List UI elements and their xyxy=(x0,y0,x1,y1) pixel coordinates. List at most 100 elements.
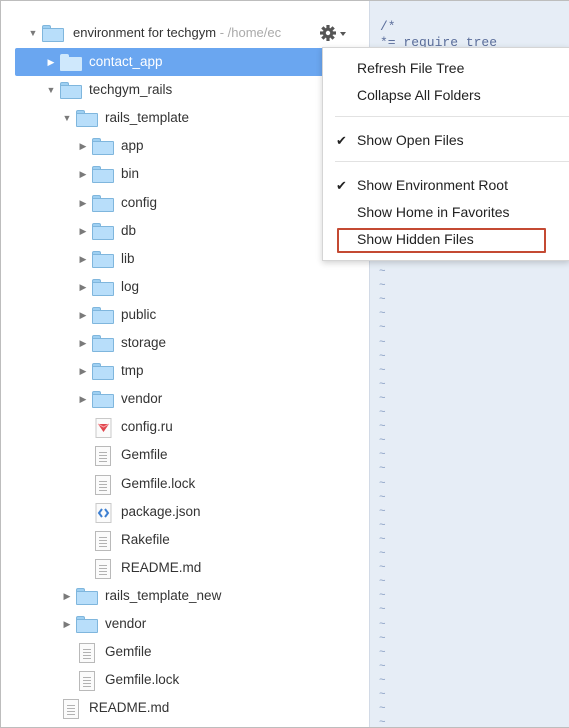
tree-file-row[interactable]: README.md xyxy=(1,554,369,582)
tree-item-label: Gemfile.lock xyxy=(121,475,196,491)
tree-item-label: contact_app xyxy=(89,54,163,69)
tree-folder-row[interactable]: ▶ contact_app xyxy=(15,48,369,76)
tree-file-row[interactable]: Gemfile xyxy=(1,441,369,469)
menu-item-refresh-file-tree[interactable]: Refresh File Tree xyxy=(323,55,569,82)
chevron-right-icon[interactable]: ▶ xyxy=(77,329,89,357)
chevron-right-icon[interactable]: ▶ xyxy=(77,357,89,385)
gear-icon xyxy=(320,25,346,41)
tree-root-path: - /home/ec xyxy=(216,25,282,40)
folder-icon xyxy=(92,278,114,296)
editor-empty-line-marker: ~ xyxy=(379,533,386,546)
chevron-right-icon[interactable]: ▶ xyxy=(77,245,89,273)
json-file-icon xyxy=(95,502,112,523)
tree-file-row[interactable]: Gemfile.lock xyxy=(1,470,369,498)
editor-empty-line-marker: ~ xyxy=(379,421,386,434)
editor-empty-line-marker: ~ xyxy=(379,407,386,419)
tree-folder-row[interactable]: ▶ vendor xyxy=(1,385,369,413)
tree-item-label: app xyxy=(121,138,144,154)
chevron-down-icon[interactable]: ▼ xyxy=(27,19,39,47)
menu-item-label: Show Home in Favorites xyxy=(357,204,510,220)
tree-folder-row[interactable]: ▶ tmp xyxy=(1,357,369,385)
editor-empty-line-marker: ~ xyxy=(379,392,386,405)
menu-separator xyxy=(335,161,569,162)
folder-icon xyxy=(92,194,114,212)
tree-folder-row[interactable]: ▶ log xyxy=(1,273,369,301)
menu-item-show-home-in-favorites[interactable]: Show Home in Favorites xyxy=(323,199,569,226)
chevron-right-icon[interactable]: ▶ xyxy=(61,582,73,610)
tree-file-row[interactable]: Gemfile xyxy=(1,638,369,666)
folder-icon xyxy=(92,335,114,352)
editor-empty-line-marker: ~ xyxy=(379,618,386,631)
tree-root-row[interactable]: ▼ environment for techgym - /home/ec xyxy=(1,19,369,47)
tree-item-label: log xyxy=(121,278,140,294)
tree-item-label: rails_template_new xyxy=(105,587,222,603)
tree-file-row[interactable]: package.json xyxy=(1,498,369,526)
tree-folder-row[interactable]: ▶ vendor xyxy=(1,610,369,638)
folder-icon xyxy=(92,222,114,240)
settings-button[interactable] xyxy=(319,23,349,43)
menu-item-label: Refresh File Tree xyxy=(357,60,465,76)
chevron-right-icon[interactable]: ▶ xyxy=(77,132,89,160)
chevron-right-icon[interactable]: ▶ xyxy=(77,273,89,301)
chevron-right-icon[interactable]: ▶ xyxy=(45,48,57,76)
editor-empty-line-marker: ~ xyxy=(379,576,386,589)
chevron-right-icon[interactable]: ▶ xyxy=(77,217,89,245)
text-file-icon xyxy=(79,643,95,664)
text-file-icon xyxy=(95,558,111,579)
folder-icon xyxy=(92,166,114,184)
tree-folder-row[interactable]: ▶ config xyxy=(1,189,369,217)
editor-empty-line-marker: ~ xyxy=(379,717,386,728)
folder-icon xyxy=(92,363,114,381)
tree-folder-row[interactable]: ▶ public xyxy=(1,301,369,329)
tree-folder-row[interactable]: ▶ bin xyxy=(1,160,369,188)
editor-empty-line-marker: ~ xyxy=(379,590,386,603)
editor-empty-line-marker: ~ xyxy=(379,548,386,560)
editor-empty-line-marker: ~ xyxy=(379,689,386,701)
editor-empty-line-marker: ~ xyxy=(379,604,386,617)
menu-item-collapse-all-folders[interactable]: Collapse All Folders xyxy=(323,82,569,109)
checkmark-icon: ✔ xyxy=(336,133,347,148)
editor-empty-line-marker: ~ xyxy=(379,562,386,575)
editor-empty-line-marker: ~ xyxy=(379,674,386,687)
tree-root-name: environment for techgym xyxy=(73,25,217,40)
tree-folder-row[interactable]: ▶ app xyxy=(1,132,369,160)
folder-icon xyxy=(76,616,98,633)
editor-empty-line-marker: ~ xyxy=(379,308,386,321)
tree-item-label: vendor xyxy=(105,616,147,631)
highlight-box xyxy=(337,228,546,253)
chevron-down-icon[interactable]: ▼ xyxy=(61,104,73,132)
editor-empty-line-marker: ~ xyxy=(379,280,386,293)
tree-file-row[interactable]: Rakefile xyxy=(1,526,369,554)
tree-folder-row[interactable]: ▼ rails_template xyxy=(1,104,369,132)
checkmark-icon: ✔ xyxy=(336,178,347,193)
tree-file-row[interactable]: Gemfile.lock xyxy=(1,666,369,694)
caret-down-icon xyxy=(340,32,346,36)
tree-settings-menu: Refresh File Tree Collapse All Folders ✔… xyxy=(322,47,569,261)
chevron-right-icon[interactable]: ▶ xyxy=(77,160,89,188)
editor-empty-line-marker: ~ xyxy=(379,660,386,673)
chevron-down-icon[interactable]: ▼ xyxy=(45,76,57,104)
folder-icon xyxy=(60,82,82,100)
chevron-right-icon[interactable]: ▶ xyxy=(77,189,89,217)
editor-empty-line-marker: ~ xyxy=(379,294,386,307)
folder-icon xyxy=(76,587,98,605)
tree-folder-row[interactable]: ▶ rails_template_new xyxy=(1,582,369,610)
ide-window: ▼ environment for techgym - /home/ec ▶ c… xyxy=(0,0,569,728)
tree-file-row[interactable]: README.md xyxy=(1,694,369,722)
chevron-right-icon[interactable]: ▶ xyxy=(77,301,89,329)
folder-icon xyxy=(92,391,114,409)
tree-folder-row[interactable]: ▶ lib xyxy=(1,245,369,273)
chevron-right-icon[interactable]: ▶ xyxy=(77,385,89,413)
menu-item-show-open-files[interactable]: ✔ Show Open Files xyxy=(323,127,569,154)
tree-item-label: rails_template xyxy=(105,110,190,126)
menu-item-label: Show Open Files xyxy=(357,132,464,148)
menu-item-label: Show Environment Root xyxy=(357,177,508,193)
text-file-icon xyxy=(63,699,79,720)
menu-item-show-environment-root[interactable]: ✔ Show Environment Root xyxy=(323,172,569,199)
tree-file-row[interactable]: config.ru xyxy=(1,413,369,441)
tree-folder-row[interactable]: ▶ db xyxy=(1,217,369,245)
chevron-right-icon[interactable]: ▶ xyxy=(61,610,73,638)
tree-folder-row[interactable]: ▶ storage xyxy=(1,329,369,357)
editor-empty-line-marker: ~ xyxy=(379,477,386,490)
tree-folder-row[interactable]: ▼ techgym_rails xyxy=(1,76,369,104)
